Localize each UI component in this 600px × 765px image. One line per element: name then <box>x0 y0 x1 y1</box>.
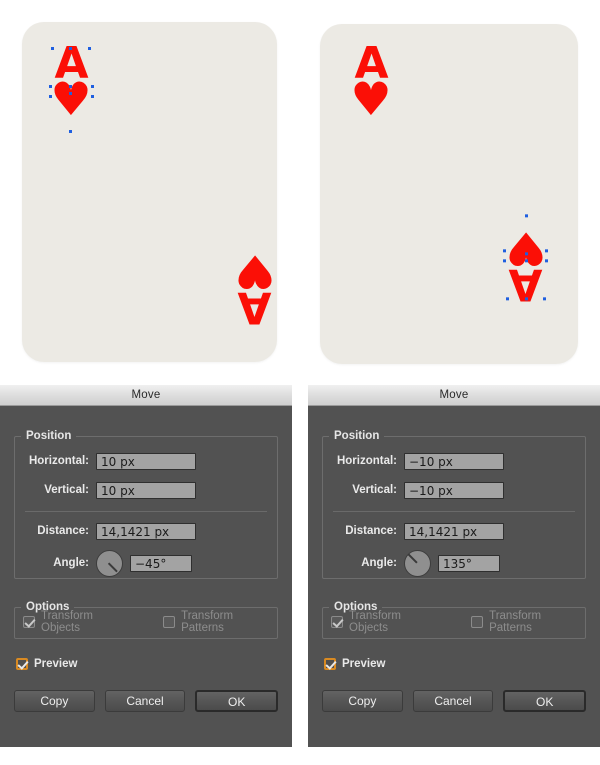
vertical-row: Vertical: 10 px <box>15 480 277 500</box>
position-group: Position Horizontal: −10 px Vertical: −1… <box>322 430 586 579</box>
dialog-buttons: Copy Cancel OK <box>322 690 587 712</box>
transform-objects-label: Transform Objects <box>349 610 401 634</box>
preview-label: Preview <box>342 658 386 670</box>
heart-icon: ♥ <box>50 72 92 127</box>
transform-patterns-checkbox[interactable] <box>163 616 176 628</box>
group-divider <box>333 511 575 512</box>
angle-label: Angle: <box>53 557 89 569</box>
dialog-title: Move <box>439 389 469 401</box>
transform-objects-label: Transform Objects <box>41 610 93 634</box>
dialog-titlebar[interactable]: Move <box>308 385 600 406</box>
transform-objects-checkbox[interactable] <box>23 616 35 628</box>
cancel-button[interactable]: Cancel <box>104 690 186 712</box>
position-group: Position Horizontal: 10 px Vertical: 10 … <box>14 430 278 579</box>
playing-card-moved[interactable]: A ♥ A ♥ <box>320 24 578 364</box>
angle-dial[interactable] <box>404 549 431 577</box>
distance-label: Distance: <box>345 525 397 537</box>
transform-patterns-checkbox[interactable] <box>471 616 484 628</box>
horizontal-label: Horizontal: <box>28 455 89 467</box>
card-mark-bottom-right[interactable]: A ♥ <box>232 243 278 332</box>
copy-button[interactable]: Copy <box>322 690 403 712</box>
preview-checkbox-row[interactable]: Preview <box>322 655 586 673</box>
artboard-canvas: A ♥ A ♥ A ♥ A ♥ <box>0 0 600 385</box>
transform-patterns-label: Transform Patterns <box>181 610 234 634</box>
vertical-label: Vertical: <box>44 484 89 496</box>
transform-objects-checkbox-row[interactable]: Transform Objects <box>323 610 441 634</box>
preview-label: Preview <box>34 658 78 670</box>
options-row: Transform Objects Transform Patterns <box>15 610 277 634</box>
preview-checkbox[interactable] <box>324 658 336 670</box>
dialog-body: Position Horizontal: 10 px Vertical: 10 … <box>0 430 292 712</box>
angle-dial[interactable] <box>96 549 123 577</box>
preview-checkbox[interactable] <box>16 658 28 670</box>
horizontal-input[interactable]: 10 px <box>96 452 196 470</box>
cancel-button[interactable]: Cancel <box>412 690 494 712</box>
angle-input[interactable]: −45° <box>130 554 192 572</box>
distance-row: Distance: 14,1421 px <box>323 521 585 541</box>
angle-dial-needle <box>407 553 418 564</box>
dialog-title: Move <box>131 389 161 401</box>
options-group: Options Transform Objects Transform Patt… <box>322 601 586 639</box>
group-divider <box>25 511 267 512</box>
transform-patterns-checkbox-row[interactable]: Transform Patterns <box>463 610 585 634</box>
horizontal-row: Horizontal: −10 px <box>323 451 585 471</box>
distance-row: Distance: 14,1421 px <box>15 521 277 541</box>
preview-checkbox-row[interactable]: Preview <box>14 655 278 673</box>
distance-input[interactable]: 14,1421 px <box>96 522 196 540</box>
angle-label: Angle: <box>361 557 397 569</box>
vertical-input[interactable]: −10 px <box>404 481 504 499</box>
move-dialog-right[interactable]: Move Position Horizontal: −10 px Vertica… <box>308 385 600 747</box>
angle-dial-needle <box>108 561 118 572</box>
card-mark-top-left[interactable]: A ♥ <box>48 41 94 133</box>
horizontal-input[interactable]: −10 px <box>404 452 504 470</box>
options-row: Transform Objects Transform Patterns <box>323 610 585 634</box>
move-dialog-left[interactable]: Move Position Horizontal: 10 px Vertical… <box>0 385 292 747</box>
transform-patterns-label: Transform Patterns <box>489 610 542 634</box>
transform-objects-checkbox-row[interactable]: Transform Objects <box>15 610 133 634</box>
heart-icon: ♥ <box>350 72 392 127</box>
position-group-legend: Position <box>26 430 72 442</box>
distance-label: Distance: <box>37 525 89 537</box>
options-group: Options Transform Objects Transform Patt… <box>14 601 278 639</box>
vertical-label: Vertical: <box>352 484 397 496</box>
angle-row: Angle: 135° <box>323 549 585 577</box>
ok-button[interactable]: OK <box>503 690 587 712</box>
position-group-legend: Position <box>334 430 380 442</box>
vertical-input[interactable]: 10 px <box>96 481 196 499</box>
transform-objects-checkbox[interactable] <box>331 616 343 628</box>
playing-card-original[interactable]: A ♥ A ♥ <box>22 22 277 362</box>
horizontal-label: Horizontal: <box>336 455 397 467</box>
heart-icon: ♥ <box>234 243 276 298</box>
card-mark-top-left[interactable]: A ♥ <box>348 41 394 127</box>
vertical-row: Vertical: −10 px <box>323 480 585 500</box>
dialog-body: Position Horizontal: −10 px Vertical: −1… <box>308 430 600 712</box>
transform-patterns-checkbox-row[interactable]: Transform Patterns <box>155 610 277 634</box>
horizontal-row: Horizontal: 10 px <box>15 451 277 471</box>
heart-icon: ♥ <box>505 220 547 275</box>
copy-button[interactable]: Copy <box>14 690 95 712</box>
angle-row: Angle: −45° <box>15 549 277 577</box>
dialog-buttons: Copy Cancel OK <box>14 690 279 712</box>
ok-button[interactable]: OK <box>195 690 279 712</box>
card-mark-bottom-right[interactable]: A ♥ <box>503 214 549 309</box>
dialog-titlebar[interactable]: Move <box>0 385 292 406</box>
angle-input[interactable]: 135° <box>438 554 500 572</box>
distance-input[interactable]: 14,1421 px <box>404 522 504 540</box>
